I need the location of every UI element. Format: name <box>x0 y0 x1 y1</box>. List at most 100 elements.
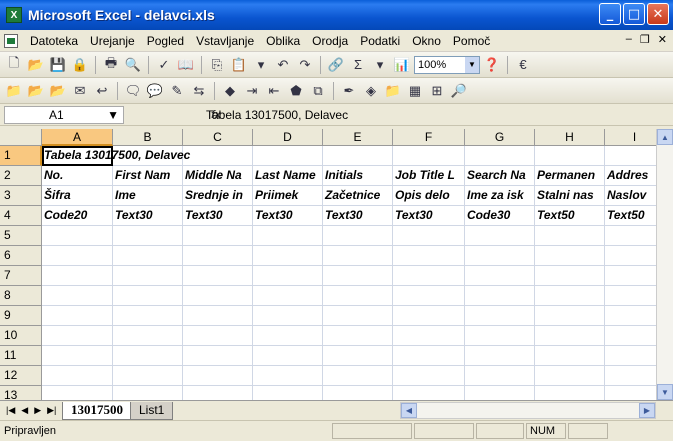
spelling-icon[interactable]: ✓ <box>154 55 174 75</box>
sheet-tab-list1[interactable]: List1 <box>130 401 174 420</box>
zoom-icon[interactable]: 🔎 <box>449 81 469 101</box>
row-header-4[interactable]: 4 <box>0 206 42 226</box>
cell-e3[interactable]: Začetnice <box>323 186 393 206</box>
cell-f11[interactable] <box>393 346 465 366</box>
cell-a8[interactable] <box>42 286 113 306</box>
cell-h5[interactable] <box>535 226 605 246</box>
cell-h9[interactable] <box>535 306 605 326</box>
cell-c3[interactable]: Srednje in <box>183 186 253 206</box>
scroll-right-icon[interactable]: ▶ <box>639 403 655 418</box>
cell-a6[interactable] <box>42 246 113 266</box>
row-header-1[interactable]: 1 <box>0 146 42 166</box>
column-header-d[interactable]: D <box>253 129 323 146</box>
horizontal-scrollbar[interactable]: ◀ ▶ <box>400 402 656 419</box>
compare-icon[interactable]: ⇆ <box>189 81 209 101</box>
cell-c4[interactable]: Text30 <box>183 206 253 226</box>
column-header-i[interactable]: I <box>605 129 656 146</box>
cell-f5[interactable] <box>393 226 465 246</box>
row-header-2[interactable]: 2 <box>0 166 42 186</box>
menu-orodja[interactable]: Orodja <box>306 34 354 48</box>
cell-d8[interactable] <box>253 286 323 306</box>
cell-i3[interactable]: Naslov <box>605 186 656 206</box>
sheet-tab-13017500[interactable]: 13017500 <box>62 401 132 420</box>
open-icon[interactable]: 📂 <box>26 55 46 75</box>
cell-d12[interactable] <box>253 366 323 386</box>
cell-i8[interactable] <box>605 286 656 306</box>
cell-a12[interactable] <box>42 366 113 386</box>
permission-icon[interactable]: 🔒 <box>70 55 90 75</box>
row-header-3[interactable]: 3 <box>0 186 42 206</box>
cell-i10[interactable] <box>605 326 656 346</box>
cell-a9[interactable] <box>42 306 113 326</box>
cell-i11[interactable] <box>605 346 656 366</box>
cell-c2[interactable]: Middle Na <box>183 166 253 186</box>
table-icon[interactable]: ▦ <box>405 81 425 101</box>
zoom-select[interactable]: 100% ▼ <box>414 55 480 74</box>
currency-icon[interactable]: € <box>513 55 533 75</box>
cell-d1[interactable] <box>253 146 323 166</box>
select-all-corner[interactable] <box>0 129 42 146</box>
show-comment-icon[interactable]: 💬 <box>145 81 165 101</box>
column-header-h[interactable]: H <box>535 129 605 146</box>
cell-g2[interactable]: Search Na <box>465 166 535 186</box>
vertical-scrollbar[interactable]: ▲ ▼ <box>656 129 673 400</box>
cell-a11[interactable] <box>42 346 113 366</box>
print-preview-icon[interactable]: 🔍 <box>123 55 143 75</box>
cell-a13[interactable] <box>42 386 113 400</box>
cell-d11[interactable] <box>253 346 323 366</box>
column-header-f[interactable]: F <box>393 129 465 146</box>
cell-b4[interactable]: Text30 <box>113 206 183 226</box>
last-sheet-icon[interactable]: ▶| <box>47 405 56 416</box>
cell-g4[interactable]: Code30 <box>465 206 535 226</box>
column-header-e[interactable]: E <box>323 129 393 146</box>
column-header-c[interactable]: C <box>183 129 253 146</box>
cell-b8[interactable] <box>113 286 183 306</box>
folder-send-icon[interactable]: 📂 <box>48 81 68 101</box>
folder-icon[interactable]: 📁 <box>383 81 403 101</box>
cell-d4[interactable]: Text30 <box>253 206 323 226</box>
cell-i12[interactable] <box>605 366 656 386</box>
doc-restore-button[interactable]: ❐ <box>640 33 650 46</box>
chevron-down-icon[interactable]: ▼ <box>107 108 119 122</box>
cell-b6[interactable] <box>113 246 183 266</box>
cell-a2[interactable]: No. <box>42 166 113 186</box>
name-box[interactable]: A1 ▼ <box>4 105 124 124</box>
first-sheet-icon[interactable]: |◀ <box>6 405 15 416</box>
cell-b11[interactable] <box>113 346 183 366</box>
cell-g3[interactable]: Ime za isk <box>465 186 535 206</box>
menu-okno[interactable]: Okno <box>406 34 447 48</box>
folder-icon[interactable]: 📁 <box>4 81 24 101</box>
next-sheet-icon[interactable]: ▶ <box>34 405 41 416</box>
cell-a7[interactable] <box>42 266 113 286</box>
cell-h4[interactable]: Text50 <box>535 206 605 226</box>
shape-icon[interactable]: ⬟ <box>286 81 306 101</box>
menu-datoteka[interactable]: Datoteka <box>24 34 84 48</box>
spreadsheet-grid[interactable]: A B C D E F G H I 1 Tabela 13017500, Delavec 2 No. Fi… <box>0 129 656 400</box>
mail-icon[interactable]: ✉ <box>70 81 90 101</box>
cell-f13[interactable] <box>393 386 465 400</box>
cell-i7[interactable] <box>605 266 656 286</box>
cell-h13[interactable] <box>535 386 605 400</box>
cell-f7[interactable] <box>393 266 465 286</box>
cell-h2[interactable]: Permanen <box>535 166 605 186</box>
excel-icon[interactable]: X <box>6 7 22 23</box>
cell-g6[interactable] <box>465 246 535 266</box>
comment-icon[interactable]: 🗨 <box>123 81 143 101</box>
cell-e9[interactable] <box>323 306 393 326</box>
cell-b5[interactable] <box>113 226 183 246</box>
cell-i1[interactable] <box>605 146 656 166</box>
diamond-icon[interactable]: ◆ <box>220 81 240 101</box>
cell-c12[interactable] <box>183 366 253 386</box>
cell-c11[interactable] <box>183 346 253 366</box>
cell-b3[interactable]: Ime <box>113 186 183 206</box>
cell-e4[interactable]: Text30 <box>323 206 393 226</box>
cell-g12[interactable] <box>465 366 535 386</box>
menu-urejanje[interactable]: Urejanje <box>84 34 141 48</box>
cell-h7[interactable] <box>535 266 605 286</box>
cell-e11[interactable] <box>323 346 393 366</box>
cell-d2[interactable]: Last Name <box>253 166 323 186</box>
cell-g8[interactable] <box>465 286 535 306</box>
maximize-button[interactable]: □ <box>623 3 645 25</box>
doc-minimize-button[interactable]: – <box>626 33 632 46</box>
doc-close-button[interactable]: ✕ <box>658 33 667 46</box>
